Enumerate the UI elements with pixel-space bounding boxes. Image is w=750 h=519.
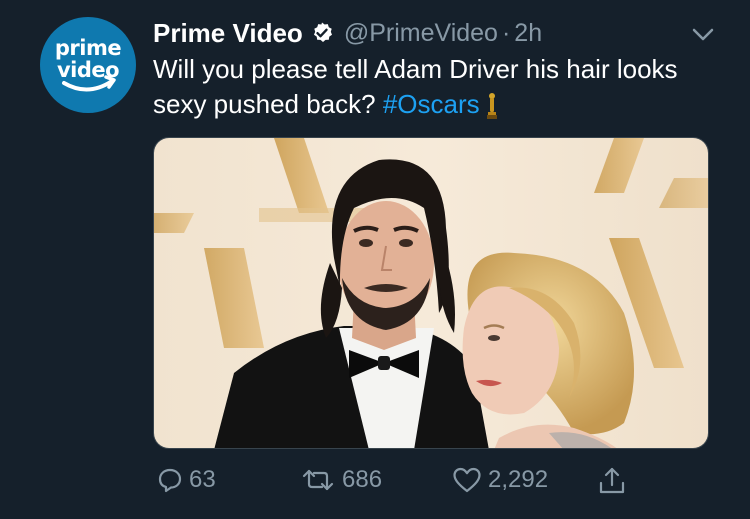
retweet-count: 686 xyxy=(342,466,383,493)
display-name[interactable]: Prime Video xyxy=(153,18,303,49)
separator-dot: · xyxy=(501,18,511,47)
tweet-header: Prime Video @PrimeVideo · 2h xyxy=(153,16,542,50)
reply-icon xyxy=(158,468,182,493)
reply-button[interactable]: 63 xyxy=(157,466,216,494)
tweet-photo[interactable] xyxy=(153,137,709,449)
chevron-down-icon[interactable] xyxy=(688,20,718,50)
like-button[interactable]: 2,292 xyxy=(452,466,548,494)
verified-badge-icon xyxy=(313,22,332,42)
reply-count: 63 xyxy=(189,466,216,493)
amazon-smile-icon xyxy=(62,75,116,92)
retweet-icon xyxy=(302,469,334,491)
oscar-trophy-icon xyxy=(486,93,497,120)
like-count: 2,292 xyxy=(488,466,549,493)
photo-illustration xyxy=(154,138,708,448)
avatar[interactable]: prime video xyxy=(40,17,136,113)
timestamp[interactable]: 2h xyxy=(514,19,542,48)
share-button[interactable] xyxy=(597,466,627,496)
hashtag-link[interactable]: #Oscars xyxy=(383,89,480,119)
retweet-button[interactable]: 686 xyxy=(300,466,382,494)
like-icon xyxy=(453,467,481,493)
share-icon xyxy=(599,467,625,494)
tweet-text: Will you please tell Adam Driver his hai… xyxy=(153,52,728,122)
user-handle[interactable]: @PrimeVideo xyxy=(344,19,498,48)
tweet-actions: 63 686 2,292 xyxy=(0,466,750,500)
